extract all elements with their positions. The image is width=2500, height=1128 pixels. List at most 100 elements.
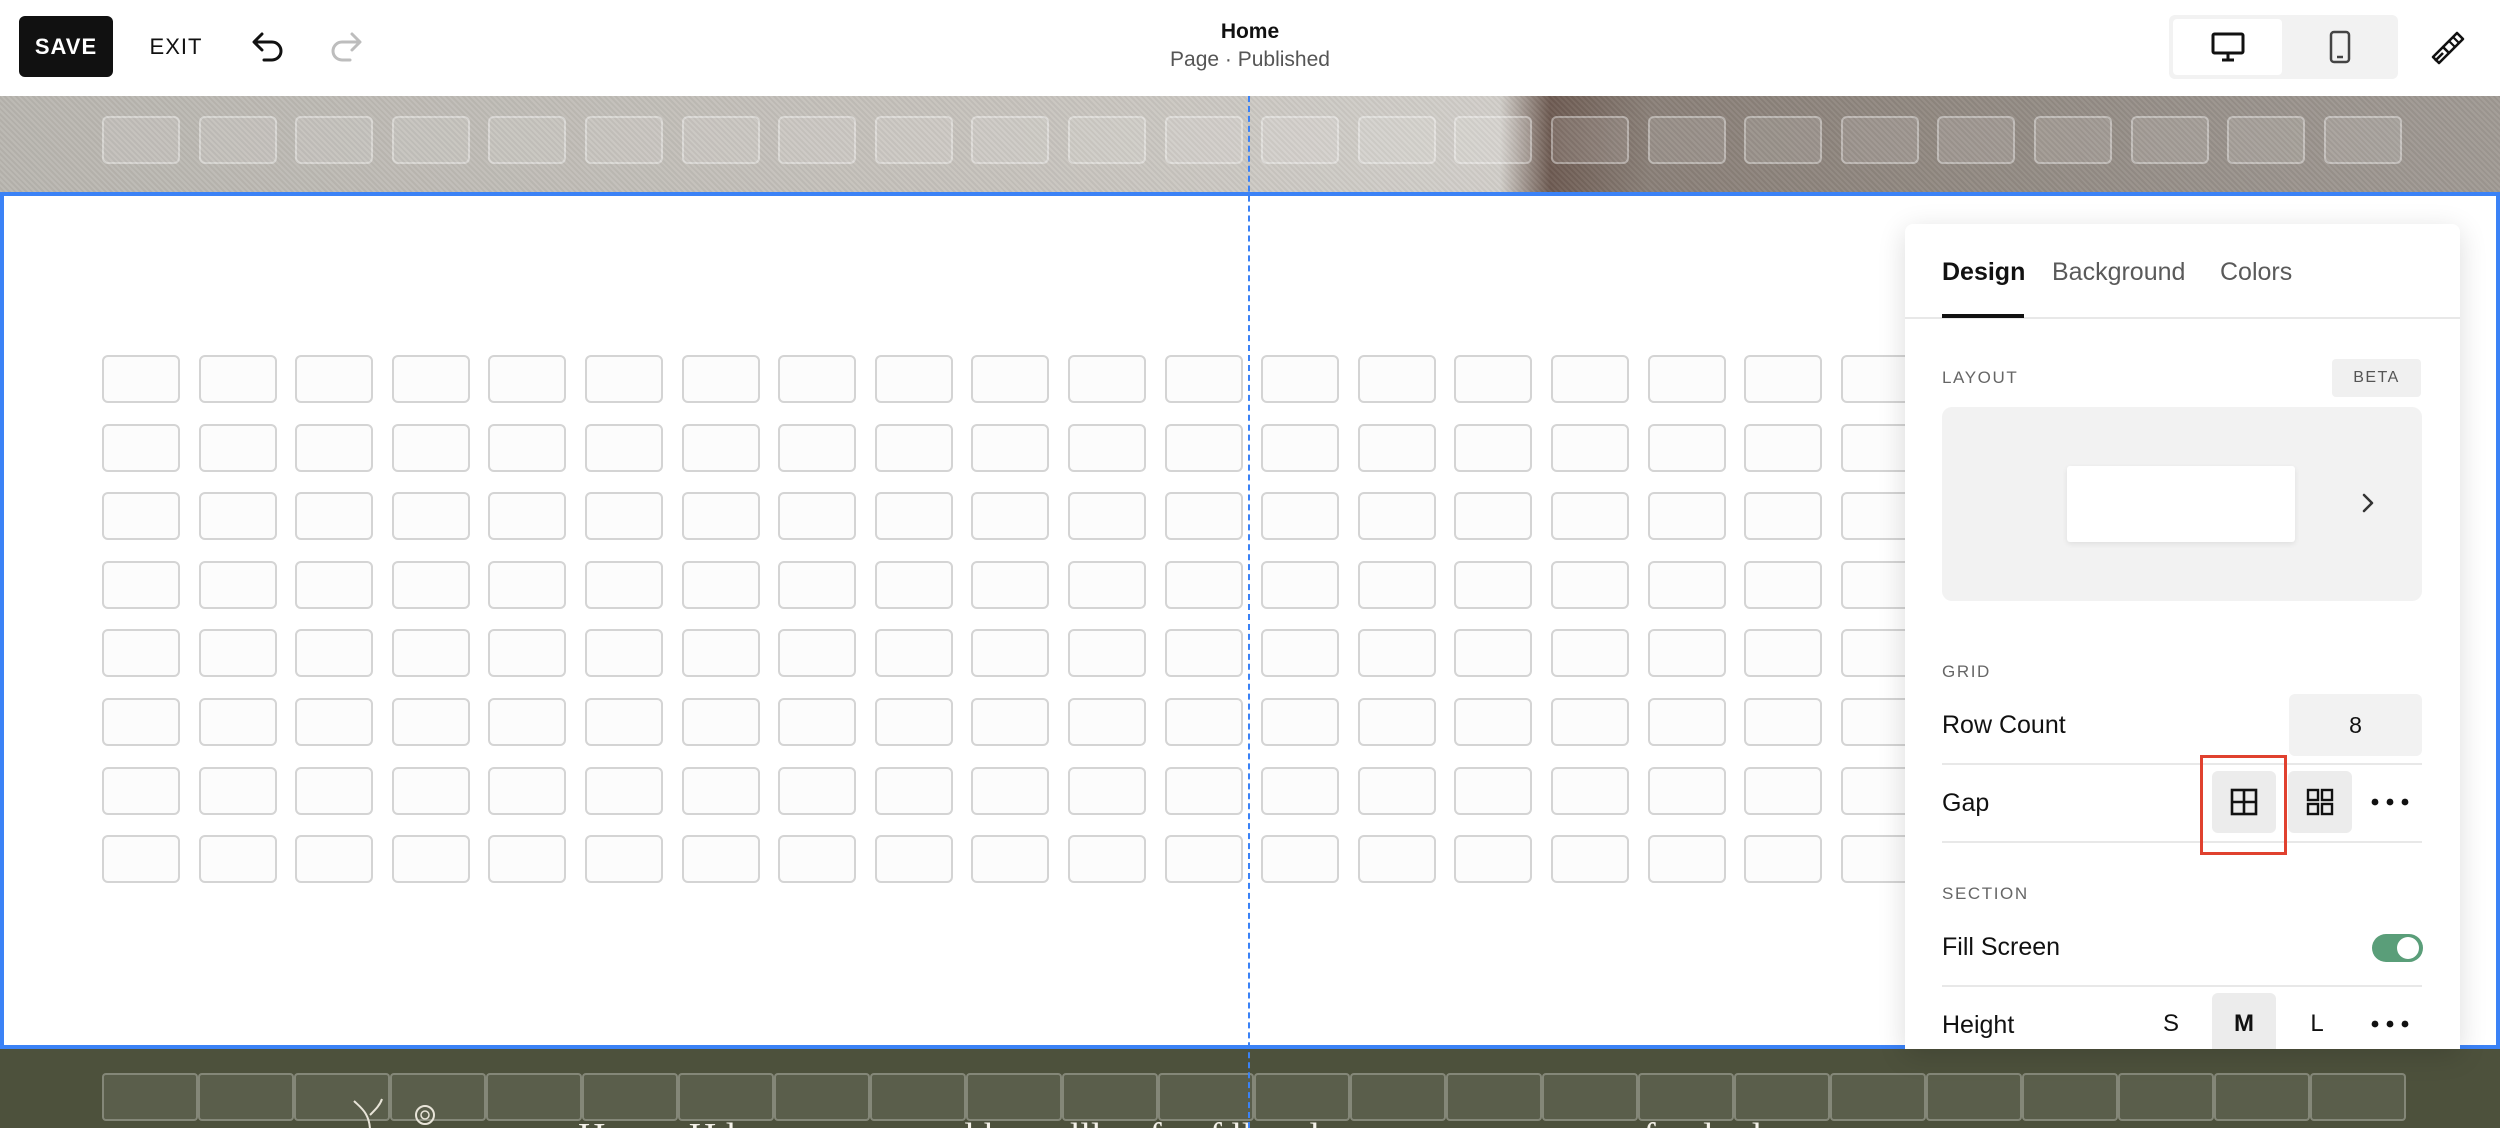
grid-cell <box>1647 423 1726 472</box>
grid-cell <box>102 492 180 541</box>
grid-cell <box>585 698 663 746</box>
grid-cell <box>1647 116 1726 164</box>
grid-cell <box>778 116 857 164</box>
grid-cell <box>1926 1073 2022 1121</box>
row-count-input[interactable]: 8 <box>2289 694 2422 756</box>
grid-cell <box>585 560 663 609</box>
exit-button[interactable]: EXIT <box>140 16 212 77</box>
grid-cell <box>874 629 953 678</box>
grid-cell <box>971 560 1050 609</box>
mobile-icon <box>2329 30 2350 64</box>
divider <box>1942 985 2422 987</box>
grid-cell <box>1068 560 1146 609</box>
grid-cell <box>1357 766 1436 815</box>
tab-background[interactable]: Background <box>2052 258 2185 287</box>
grid-cell <box>681 116 760 164</box>
grid-cell <box>1062 1073 1158 1121</box>
chevron-right-icon <box>2362 493 2374 513</box>
grid-cell <box>870 1073 966 1121</box>
more-icon <box>2371 798 2409 806</box>
grid-cell <box>1551 698 1629 746</box>
grid-cell <box>585 492 663 541</box>
grid-cell <box>102 560 180 609</box>
grid-cell <box>1551 629 1629 678</box>
height-large-button[interactable]: L <box>2285 993 2349 1049</box>
grid-cell <box>198 835 277 884</box>
grid-cell <box>391 835 470 884</box>
grid-cell <box>1068 698 1146 746</box>
hero-image-section[interactable] <box>0 96 2500 192</box>
grid-cell <box>1734 1073 1830 1121</box>
grid-cell <box>1647 560 1726 609</box>
grid-cell <box>681 560 760 609</box>
grid-cell <box>1261 423 1340 472</box>
grid-cell <box>1261 835 1340 884</box>
grid-cell <box>1261 355 1340 403</box>
grid-cell <box>486 1073 582 1121</box>
tab-design[interactable]: Design <box>1942 258 2025 287</box>
grid-cell <box>198 1073 294 1121</box>
grid-cell <box>1551 835 1629 884</box>
grid-cell <box>488 766 567 815</box>
grid-cell <box>1261 698 1340 746</box>
grid-cell <box>1744 835 1823 884</box>
save-button[interactable]: SAVE <box>19 16 113 77</box>
undo-button[interactable] <box>244 24 292 70</box>
grid-cell <box>1164 698 1243 746</box>
height-medium-button[interactable]: M <box>2212 993 2276 1049</box>
grid-cell <box>198 492 277 541</box>
grid-cell <box>1830 1073 1926 1121</box>
grid-cell <box>391 766 470 815</box>
gap-large-button[interactable] <box>2288 771 2352 833</box>
grid-cell <box>585 629 663 678</box>
grid-cell <box>1454 698 1533 746</box>
grid-cell <box>1068 629 1146 678</box>
device-toggle <box>2169 15 2398 79</box>
redo-button[interactable] <box>322 24 370 70</box>
center-guide-line <box>1248 96 1250 1128</box>
mobile-view-button[interactable] <box>2285 19 2394 75</box>
grid-cell <box>2214 1073 2310 1121</box>
grid-cell <box>1357 835 1436 884</box>
layout-next-button[interactable] <box>2346 481 2390 525</box>
grid-cell <box>1551 355 1629 403</box>
grid-cell <box>971 116 1050 164</box>
height-more-button[interactable] <box>2358 993 2422 1049</box>
grid-cell <box>1647 698 1726 746</box>
grid-cell <box>102 423 180 472</box>
desktop-view-button[interactable] <box>2173 19 2282 75</box>
grid-cell <box>2227 116 2306 164</box>
site-styles-button[interactable] <box>2422 24 2474 72</box>
grid-cell <box>488 423 567 472</box>
grid-cell <box>102 116 180 164</box>
grid-cell <box>1261 116 1340 164</box>
height-small-button[interactable]: S <box>2139 993 2203 1049</box>
gap-more-button[interactable] <box>2358 771 2422 833</box>
layout-picker[interactable] <box>1942 407 2422 601</box>
grid-cell <box>681 492 760 541</box>
layout-thumbnail <box>2067 466 2295 542</box>
grid-cell <box>198 116 277 164</box>
grid-cell <box>585 835 663 884</box>
desktop-icon <box>2211 32 2244 62</box>
grid-cell <box>2323 116 2402 164</box>
tab-colors[interactable]: Colors <box>2220 258 2292 287</box>
grid-cell <box>198 766 277 815</box>
grid-cell <box>488 629 567 678</box>
grid-cell <box>198 560 277 609</box>
grid-cell <box>1164 116 1243 164</box>
divider <box>1942 841 2422 843</box>
grid-cell <box>1744 355 1823 403</box>
next-section[interactable]: Hen.... H.l........ ...... ...... .l.b..… <box>0 1049 2500 1128</box>
grid-cell <box>585 423 663 472</box>
grid-cell <box>2022 1073 2118 1121</box>
grid-cell <box>1454 629 1533 678</box>
grid-cell <box>1744 629 1823 678</box>
grid-cell <box>1551 492 1629 541</box>
fill-screen-toggle[interactable] <box>2372 934 2423 962</box>
grid-cell <box>391 423 470 472</box>
grid-cell <box>1357 698 1436 746</box>
grid-cell <box>1551 560 1629 609</box>
grid-cell <box>391 492 470 541</box>
grid-cell <box>585 116 663 164</box>
